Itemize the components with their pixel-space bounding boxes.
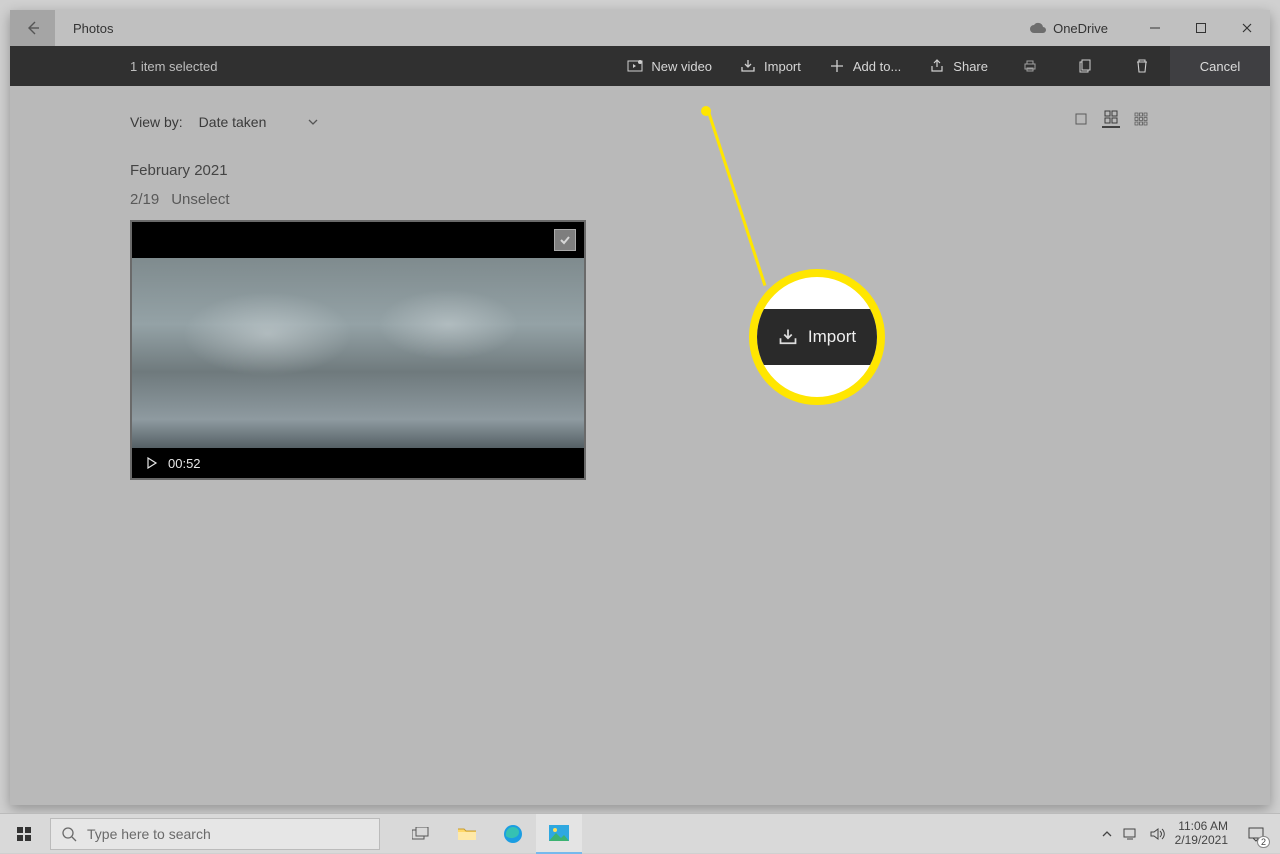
view-by-dropdown[interactable]: Date taken <box>199 114 321 130</box>
windows-icon <box>16 826 32 842</box>
task-view-button[interactable] <box>398 814 444 854</box>
notifications-button[interactable]: 2 <box>1238 814 1274 854</box>
arrow-left-icon <box>25 20 41 36</box>
view-single-button[interactable] <box>1072 110 1090 128</box>
photos-app-window: Photos OneDrive 1 item selected New vide… <box>10 10 1270 805</box>
date-group-count: 2/19 <box>130 191 159 208</box>
file-explorer-button[interactable] <box>444 814 490 854</box>
system-tray: 11:06 AM 2/19/2021 2 <box>1101 814 1280 854</box>
volume-icon[interactable] <box>1149 827 1165 841</box>
view-by-row: View by: Date taken <box>130 114 1150 130</box>
task-view-icon <box>412 827 430 841</box>
clock[interactable]: 11:06 AM 2/19/2021 <box>1175 820 1228 848</box>
minimize-icon <box>1149 22 1161 34</box>
command-bar: 1 item selected New video Import Add to.… <box>10 46 1270 86</box>
search-placeholder: Type here to search <box>87 826 211 842</box>
maximize-icon <box>1195 22 1207 34</box>
view-mode-toggle <box>1072 110 1150 128</box>
view-by-value: Date taken <box>199 114 267 130</box>
copy-icon <box>1078 58 1094 74</box>
play-icon <box>146 457 158 469</box>
folder-icon <box>457 826 477 842</box>
date-group-heading[interactable]: February 2021 <box>130 162 1150 179</box>
minimize-button[interactable] <box>1132 10 1178 46</box>
photos-icon <box>549 825 569 841</box>
import-icon <box>740 58 756 74</box>
cancel-label: Cancel <box>1200 59 1240 74</box>
video-thumbnail[interactable]: 00:52 <box>130 220 586 480</box>
chevron-up-icon[interactable] <box>1101 828 1113 840</box>
share-label: Share <box>953 59 988 74</box>
grid3-icon <box>1134 112 1148 126</box>
close-icon <box>1241 22 1253 34</box>
close-button[interactable] <box>1224 10 1270 46</box>
trash-icon <box>1134 58 1150 74</box>
add-to-label: Add to... <box>853 59 901 74</box>
date-group-sub: 2/19 Unselect <box>130 191 1150 208</box>
import-button[interactable]: Import <box>726 46 815 86</box>
annotation-callout: Import <box>749 269 885 405</box>
edge-button[interactable] <box>490 814 536 854</box>
new-video-button[interactable]: New video <box>613 46 726 86</box>
annotation-dot <box>701 106 711 116</box>
unselect-button[interactable]: Unselect <box>171 191 229 208</box>
onedrive-button[interactable]: OneDrive <box>1029 21 1108 36</box>
selection-checkbox[interactable] <box>554 229 576 251</box>
thumbnail-header <box>132 222 584 258</box>
network-icon[interactable] <box>1123 827 1139 841</box>
start-button[interactable] <box>0 814 48 854</box>
onedrive-label: OneDrive <box>1053 21 1108 36</box>
video-duration: 00:52 <box>168 456 201 471</box>
back-button[interactable] <box>10 10 55 46</box>
callout-import: Import <box>757 309 877 365</box>
content-area: View by: Date taken February 2021 2/19 U… <box>10 86 1270 805</box>
app-title: Photos <box>73 21 113 36</box>
new-video-label: New video <box>651 59 712 74</box>
add-to-button[interactable]: Add to... <box>815 46 915 86</box>
selection-count: 1 item selected <box>130 59 217 74</box>
view-by-label: View by: <box>130 114 183 130</box>
print-icon <box>1022 58 1038 74</box>
copy-button[interactable] <box>1058 46 1114 86</box>
thumbnail-image <box>132 258 584 448</box>
chevron-down-icon <box>306 115 320 129</box>
cancel-button[interactable]: Cancel <box>1170 46 1270 86</box>
checkmark-icon <box>558 233 572 247</box>
share-button[interactable]: Share <box>915 46 1002 86</box>
callout-import-label: Import <box>808 327 856 347</box>
time-text: 11:06 AM <box>1175 820 1228 834</box>
share-icon <box>929 58 945 74</box>
title-bar: Photos OneDrive <box>10 10 1270 46</box>
maximize-button[interactable] <box>1178 10 1224 46</box>
cloud-icon <box>1029 22 1047 34</box>
import-icon <box>778 327 798 347</box>
notification-badge: 2 <box>1257 836 1270 848</box>
view-grid-medium-button[interactable] <box>1102 110 1120 128</box>
new-video-icon <box>627 58 643 74</box>
delete-button[interactable] <box>1114 46 1170 86</box>
search-icon <box>61 826 77 842</box>
view-grid-small-button[interactable] <box>1132 110 1150 128</box>
plus-icon <box>829 58 845 74</box>
photos-taskbar-button[interactable] <box>536 814 582 854</box>
taskbar: Type here to search 11:06 AM 2/19/2021 2 <box>0 813 1280 853</box>
thumbnail-footer: 00:52 <box>132 448 584 478</box>
taskbar-pinned-apps <box>398 814 582 854</box>
import-label: Import <box>764 59 801 74</box>
search-box[interactable]: Type here to search <box>50 818 380 850</box>
grid2-icon <box>1104 110 1118 124</box>
square-icon <box>1074 112 1088 126</box>
edge-icon <box>503 824 523 844</box>
date-text: 2/19/2021 <box>1175 834 1228 848</box>
print-button[interactable] <box>1002 46 1058 86</box>
window-controls <box>1132 10 1270 46</box>
